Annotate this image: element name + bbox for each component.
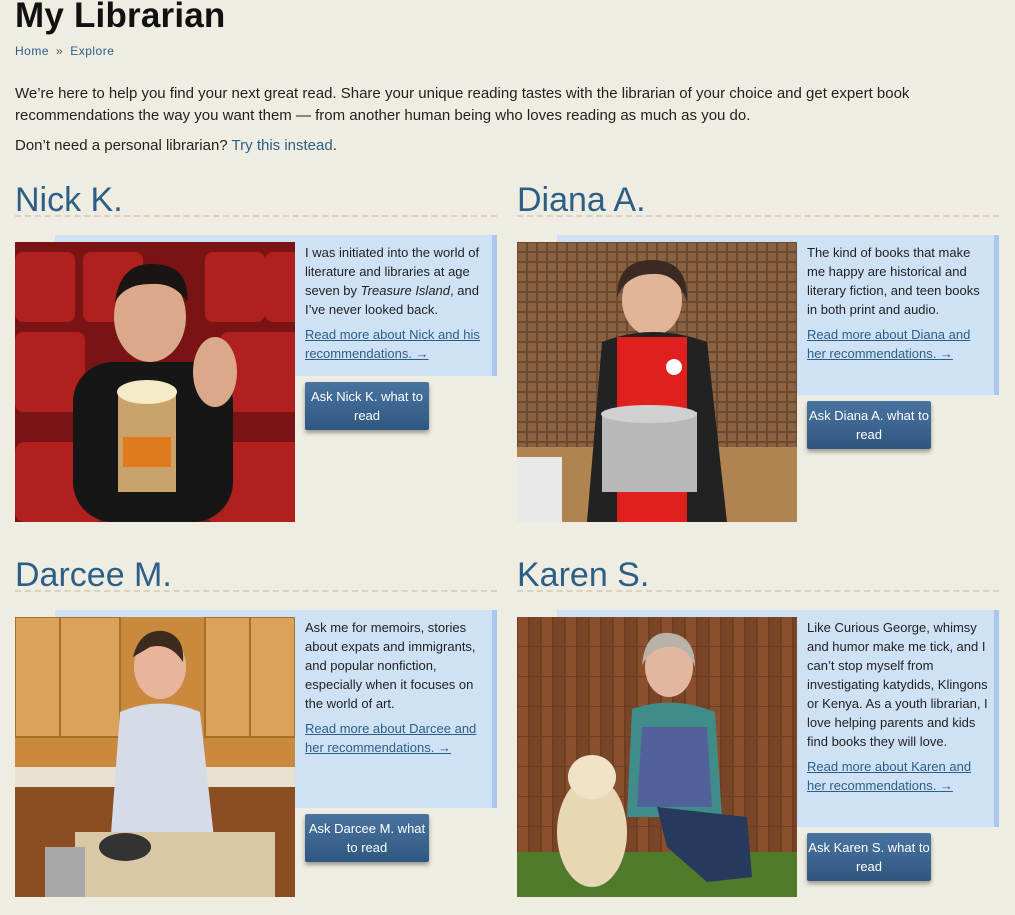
alternative-prompt-suffix: . bbox=[332, 137, 337, 154]
librarian-name[interactable]: Karen S. bbox=[517, 555, 649, 595]
librarian-bio: Like Curious George, whimsy and humor ma… bbox=[807, 618, 989, 795]
breadcrumb: Home » Explore bbox=[15, 44, 114, 58]
librarian-photo[interactable] bbox=[15, 617, 295, 897]
name-divider bbox=[15, 590, 497, 592]
ask-librarian-button[interactable]: Ask Darcee M. what to read bbox=[305, 814, 429, 862]
alternative-prompt-text: Don’t need a personal librarian? bbox=[15, 137, 228, 154]
name-divider bbox=[15, 215, 497, 217]
bio-text: Ask me for memoirs, stories about expats… bbox=[305, 620, 476, 711]
librarian-photo[interactable] bbox=[15, 242, 295, 522]
name-divider bbox=[517, 215, 999, 217]
breadcrumb-home-link[interactable]: Home bbox=[15, 44, 49, 58]
read-more-link[interactable]: Read more about Darcee and her recommend… bbox=[305, 719, 487, 757]
intro-text: We’re here to help you find your next gr… bbox=[15, 85, 910, 124]
try-this-instead-link[interactable]: Try this instead bbox=[232, 137, 333, 154]
librarian-photo[interactable] bbox=[517, 242, 797, 522]
name-divider bbox=[517, 590, 999, 592]
bio-text: The kind of books that make me happy are… bbox=[807, 245, 980, 317]
librarian-card-nick: Nick K. I was initiated into the world o… bbox=[15, 180, 497, 525]
librarian-name[interactable]: Nick K. bbox=[15, 180, 123, 220]
breadcrumb-separator: » bbox=[56, 44, 64, 58]
librarian-card-karen: Karen S. Like Curious George, whimsy and… bbox=[517, 555, 999, 900]
read-more-link[interactable]: Read more about Karen and her recommenda… bbox=[807, 757, 989, 795]
librarian-bio: I was initiated into the world of litera… bbox=[305, 243, 487, 363]
librarian-bio: Ask me for memoirs, stories about expats… bbox=[305, 618, 487, 757]
librarian-bio: The kind of books that make me happy are… bbox=[807, 243, 989, 363]
ask-librarian-button[interactable]: Ask Karen S. what to read bbox=[807, 833, 931, 881]
librarian-card-diana: Diana A. The kind of books that make me … bbox=[517, 180, 999, 525]
librarian-card-darcee: Darcee M. Ask me for memoirs, stories ab… bbox=[15, 555, 497, 900]
librarian-name[interactable]: Darcee M. bbox=[15, 555, 172, 595]
ask-librarian-button[interactable]: Ask Diana A. what to read bbox=[807, 401, 931, 449]
bio-text: Like Curious George, whimsy and humor ma… bbox=[807, 620, 988, 749]
breadcrumb-explore-link[interactable]: Explore bbox=[70, 44, 114, 58]
librarian-photo[interactable] bbox=[517, 617, 797, 897]
librarian-name[interactable]: Diana A. bbox=[517, 180, 646, 220]
read-more-link[interactable]: Read more about Nick and his recommendat… bbox=[305, 325, 487, 363]
bio-book-title: Treasure Island bbox=[360, 283, 451, 298]
read-more-link[interactable]: Read more about Diana and her recommenda… bbox=[807, 325, 989, 363]
page-title: My Librarian bbox=[15, 0, 226, 35]
alternative-prompt: Don’t need a personal librarian? Try thi… bbox=[15, 135, 337, 157]
ask-librarian-button[interactable]: Ask Nick K. what to read bbox=[305, 382, 429, 430]
